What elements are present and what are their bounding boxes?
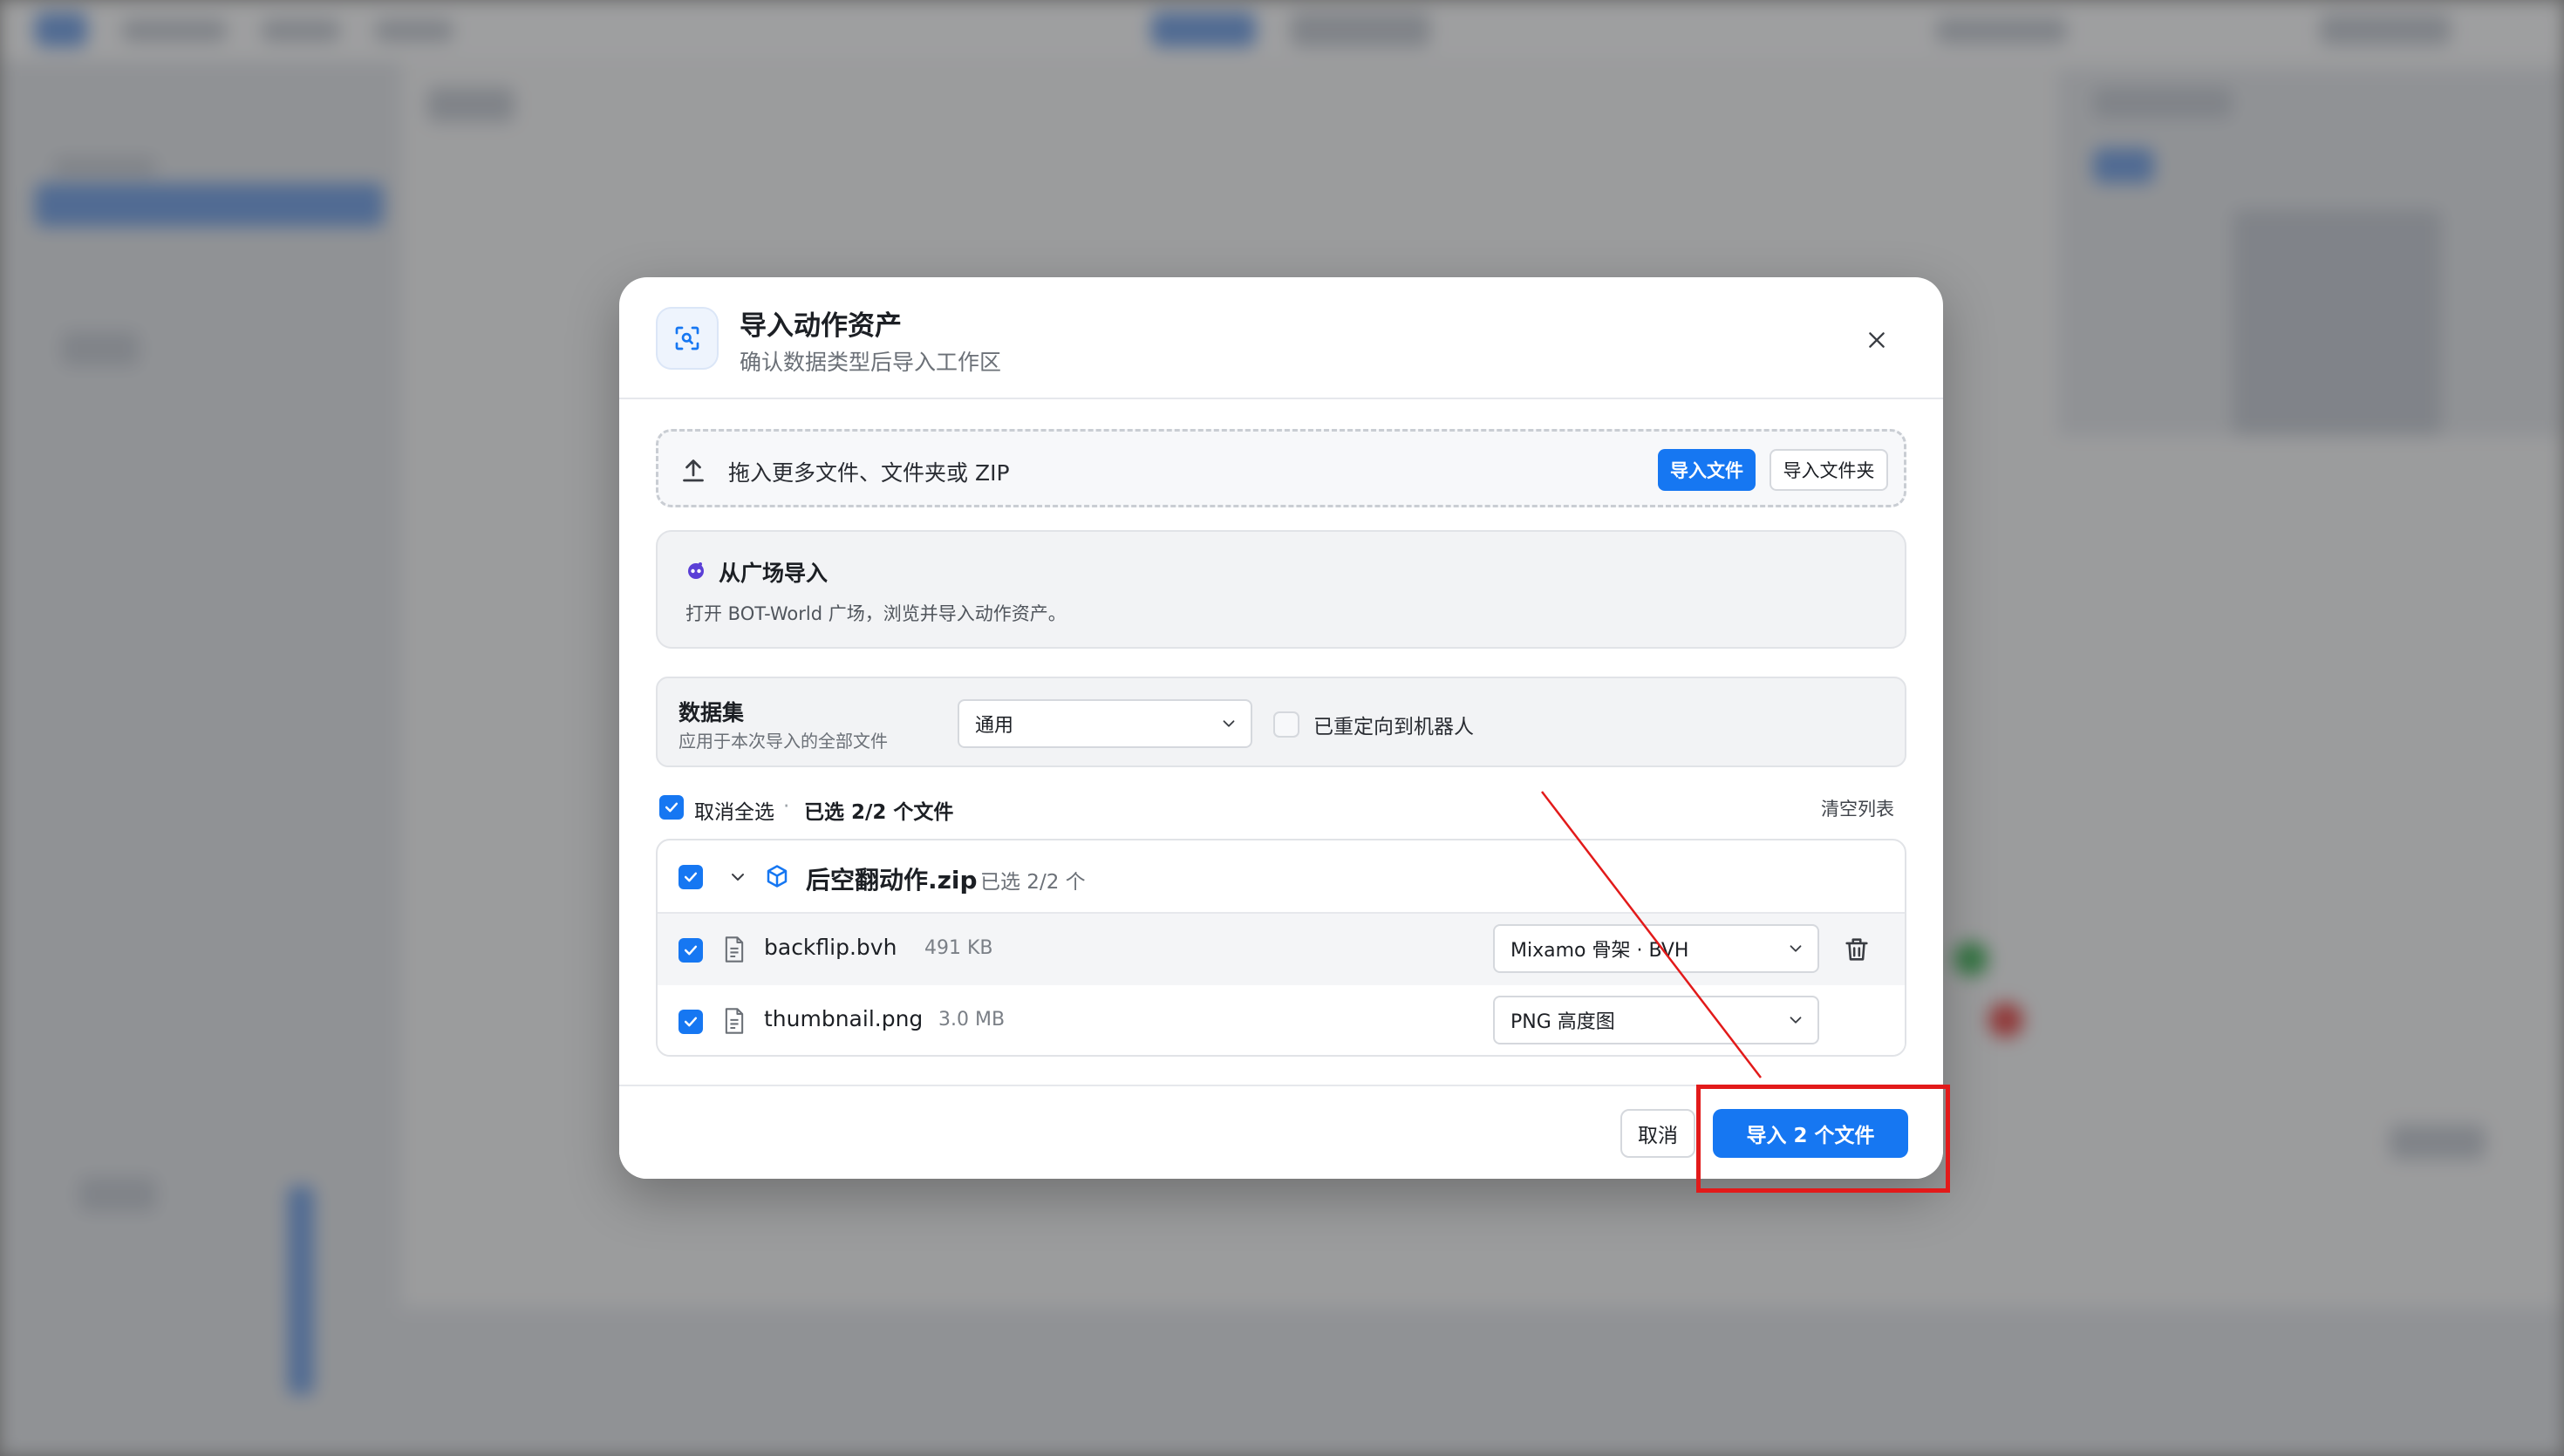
file-list: 后空翻动作.zip 已选 2/2 个 backflip.bvh 491 KB M… <box>656 839 1906 1057</box>
import-file-button[interactable]: 导入文件 <box>1658 449 1756 491</box>
file-type-value: PNG 高度图 <box>1510 1011 1615 1033</box>
redirect-label: 已重定向到机器人 <box>1313 716 1474 738</box>
plaza-description: 打开 BOT-World 广场，浏览并导入动作资产。 <box>685 603 1067 624</box>
import-dialog: 导入动作资产 确认数据类型后导入工作区 拖入更多文件、文件夹或 ZIP 导入文件… <box>619 277 1943 1179</box>
chevron-down-icon <box>1790 945 1802 952</box>
cancel-button[interactable]: 取消 <box>1620 1109 1695 1158</box>
chevron-down-icon <box>1223 720 1235 727</box>
scan-icon <box>656 307 719 370</box>
file-dropzone[interactable]: 拖入更多文件、文件夹或 ZIP 导入文件 导入文件夹 <box>656 429 1906 507</box>
checkmark-icon <box>665 802 679 813</box>
selected-count: 已选 2/2 个文件 <box>804 801 954 824</box>
dialog-subtitle: 确认数据类型后导入工作区 <box>740 350 1002 375</box>
file-type-select[interactable]: Mixamo 骨架 · BVH <box>1493 924 1819 973</box>
group-checkbox[interactable] <box>679 865 703 889</box>
redirect-checkbox[interactable] <box>1273 711 1299 738</box>
import-folder-button[interactable]: 导入文件夹 <box>1770 449 1888 491</box>
dataset-card: 数据集 应用于本次导入的全部文件 通用 已重定向到机器人 <box>656 677 1906 767</box>
annotation-highlight-box <box>1696 1085 1950 1193</box>
clear-list-button[interactable]: 清空列表 <box>1821 795 1894 821</box>
group-name: 后空翻动作.zip <box>806 866 978 895</box>
dataset-select[interactable]: 通用 <box>958 699 1252 748</box>
group-selected-count: 已选 2/2 个 <box>980 871 1086 894</box>
dropzone-text: 拖入更多文件、文件夹或 ZIP <box>728 460 1010 486</box>
upload-icon <box>683 459 704 482</box>
trash-icon[interactable] <box>1842 935 1872 964</box>
dialog-header: 导入动作资产 确认数据类型后导入工作区 <box>619 277 1943 399</box>
plaza-import-card[interactable]: 从广场导入 打开 BOT-World 广场，浏览并导入动作资产。 <box>656 530 1906 649</box>
file-icon <box>725 1008 744 1034</box>
deselect-all-label[interactable]: 取消全选 <box>694 795 774 825</box>
select-all-checkbox[interactable] <box>659 795 684 820</box>
chevron-down-icon[interactable] <box>727 867 748 888</box>
checkmark-icon <box>684 1017 698 1027</box>
file-checkbox[interactable] <box>679 1010 703 1034</box>
dataset-title: 数据集 <box>679 700 745 725</box>
dialog-title: 导入动作资产 <box>740 310 902 342</box>
file-type-select[interactable]: PNG 高度图 <box>1493 996 1819 1044</box>
checkmark-icon <box>684 872 698 882</box>
file-type-value: Mixamo 骨架 · BVH <box>1510 940 1689 962</box>
file-checkbox[interactable] <box>679 938 703 963</box>
dataset-select-value: 通用 <box>975 715 1014 737</box>
package-icon <box>767 865 788 888</box>
file-row: thumbnail.png 3.0 MB PNG 高度图 <box>658 985 1905 1055</box>
file-row: backflip.bvh 491 KB Mixamo 骨架 · BVH <box>658 914 1905 985</box>
close-icon <box>1869 332 1885 348</box>
separator-dot: · <box>783 795 790 818</box>
file-name: backflip.bvh <box>764 935 897 960</box>
file-icon <box>725 936 744 963</box>
close-button[interactable] <box>1859 323 1894 357</box>
file-group-row: 后空翻动作.zip 已选 2/2 个 <box>658 840 1905 914</box>
bot-world-icon <box>688 562 704 579</box>
chevron-down-icon <box>1790 1017 1802 1024</box>
file-name: thumbnail.png <box>764 1006 924 1031</box>
file-size: 491 KB <box>924 937 993 959</box>
file-size: 3.0 MB <box>938 1009 1006 1031</box>
checkmark-icon <box>684 945 698 956</box>
dataset-description: 应用于本次导入的全部文件 <box>679 731 888 752</box>
plaza-title: 从广场导入 <box>719 561 829 586</box>
